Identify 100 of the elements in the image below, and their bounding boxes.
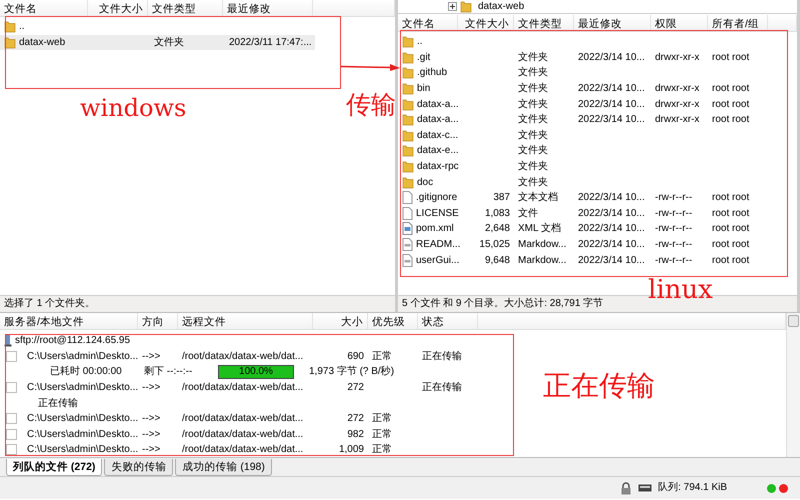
column-header[interactable]: 文件名 <box>0 0 88 16</box>
table-cell: datax-e... <box>417 144 459 158</box>
table-cell: 正常 <box>372 444 392 456</box>
table-cell: drwxr-xr-x <box>655 98 700 110</box>
table-cell: 正常 <box>372 428 392 440</box>
table-cell: datax-c... <box>417 128 458 142</box>
table-cell: /root/datax/datax-web/dat... <box>182 413 304 424</box>
column-header[interactable]: 状态 <box>418 313 478 329</box>
table-cell: 文件夹 <box>518 114 548 126</box>
table-cell: 2022/3/14 10... <box>578 223 645 234</box>
table-cell: 387 <box>493 192 510 204</box>
table-cell: Markdow... <box>518 254 566 266</box>
column-header[interactable]: 所有者/组 <box>708 15 768 31</box>
column-header[interactable]: 大小 <box>313 313 368 329</box>
table-cell: 文件夹 <box>518 98 548 110</box>
table-cell: 272 <box>347 382 364 394</box>
table-cell: Markdow... <box>518 239 566 250</box>
table-cell: 2022/3/14 10... <box>578 114 645 126</box>
column-header[interactable]: 权限 <box>651 15 708 31</box>
table-cell: 文件夹 <box>518 130 548 141</box>
table-cell: 文件夹 <box>518 145 548 156</box>
table-cell: 文件夹 <box>518 52 548 63</box>
column-header[interactable]: 方向 <box>138 313 178 329</box>
table-cell: datax-rpc <box>417 160 459 174</box>
status-text: 选择了 1 个文件夹。 <box>0 295 395 312</box>
column-header[interactable]: 文件大小 <box>88 0 148 16</box>
column-header[interactable]: 文件类型 <box>514 15 574 31</box>
table-cell: C:\Users\admin\Deskto... <box>27 428 138 440</box>
file-row[interactable]: .. <box>0 19 315 35</box>
column-header[interactable]: 最近修改 <box>223 0 313 16</box>
table-cell: root root <box>712 83 750 94</box>
table-cell: -->> <box>142 413 160 424</box>
table-cell: /root/datax/datax-web/dat... <box>182 350 304 362</box>
table-cell: drwxr-xr-x <box>655 52 700 63</box>
column-header[interactable]: 服务器/本地文件 <box>0 313 138 329</box>
column-header[interactable]: 文件名 <box>398 15 458 31</box>
table-cell: XML 文档 <box>518 223 561 234</box>
queue-size: 队列: 794.1 KiB <box>658 483 727 493</box>
column-header[interactable]: 最近修改 <box>574 15 651 31</box>
table-cell: 2022/3/14 10... <box>578 83 645 94</box>
tab[interactable]: 成功的传输 (198) <box>175 459 272 476</box>
progress-bar: 100.0% <box>218 364 294 379</box>
table-cell: /root/datax/datax-web/dat... <box>182 444 304 456</box>
table-cell: .gitignore <box>416 191 458 204</box>
table-cell: .git <box>417 50 430 64</box>
table-cell: -->> <box>142 350 160 362</box>
table-cell: root root <box>712 114 750 126</box>
elapsed-time: 已耗时 00:00:00 <box>50 366 122 378</box>
table-cell: 正常 <box>372 350 392 362</box>
table-cell: root root <box>712 192 750 204</box>
table-cell: pom.xml <box>416 222 454 236</box>
tree-item[interactable]: datax-web <box>478 2 524 12</box>
table-cell: 文本文档 <box>518 192 558 204</box>
table-cell: C:\Users\admin\Deskto... <box>27 444 138 456</box>
table-cell: .. <box>417 35 423 48</box>
table-cell: root root <box>712 98 750 110</box>
file-row[interactable]: datax-web 文件夹 2022/3/11 17:47:... <box>0 34 315 50</box>
table-cell: 文件夹 <box>518 176 548 188</box>
table-cell: -->> <box>142 428 160 440</box>
table-cell: -rw-r--r-- <box>655 239 692 250</box>
table-cell: bin <box>417 82 430 96</box>
table-cell: 2022/3/14 10... <box>578 192 645 204</box>
table-cell: -->> <box>142 382 160 394</box>
table-cell: datax-a... <box>417 98 459 111</box>
remaining-time: 剩下 --:--:-- <box>144 366 192 378</box>
column-header[interactable]: 优先级 <box>368 313 418 329</box>
table-cell: C:\Users\admin\Deskto... <box>27 350 138 362</box>
table-cell: -rw-r--r-- <box>655 208 692 219</box>
table-cell: -rw-r--r-- <box>655 254 692 266</box>
annotation-text: 正在传输 <box>543 372 655 400</box>
tab[interactable]: 失败的传输 <box>104 459 174 476</box>
table-cell: .github <box>417 66 448 80</box>
table-cell: root root <box>712 52 750 63</box>
annotation-text: windows <box>80 96 186 120</box>
table-cell: C:\Users\admin\Deskto... <box>27 382 138 394</box>
table-cell: C:\Users\admin\Deskto... <box>27 413 138 424</box>
table-cell: drwxr-xr-x <box>655 83 700 94</box>
table-cell: 文件 <box>518 208 538 219</box>
table-cell: 690 <box>347 350 364 362</box>
table-cell: LICENSE <box>416 206 459 220</box>
table-cell: root root <box>712 223 750 234</box>
table-cell: 正在传输 <box>422 382 462 394</box>
table-cell: 2022/3/14 10... <box>578 98 645 110</box>
table-cell: 正在传输 <box>422 350 462 362</box>
table-cell: 2022/3/14 10... <box>578 239 645 250</box>
table-cell: -rw-r--r-- <box>655 192 692 204</box>
table-cell: 982 <box>347 428 364 440</box>
table-cell: 2,648 <box>484 223 510 234</box>
tab[interactable]: 列队的文件 (272) <box>6 459 102 476</box>
table-cell: /root/datax/datax-web/dat... <box>182 382 304 394</box>
table-cell: drwxr-xr-x <box>655 114 700 126</box>
table-cell: doc <box>417 176 434 189</box>
table-cell: 15,025 <box>479 239 510 250</box>
column-header[interactable]: 文件类型 <box>148 0 223 16</box>
column-header[interactable]: 文件大小 <box>458 15 514 31</box>
status-text: 正在传输 <box>38 396 78 410</box>
table-cell: 文件夹 <box>518 83 548 94</box>
column-header[interactable]: 远程文件 <box>178 313 313 329</box>
table-cell: userGui... <box>416 254 460 267</box>
server-label: sftp://root@112.124.65.95 <box>15 334 130 348</box>
